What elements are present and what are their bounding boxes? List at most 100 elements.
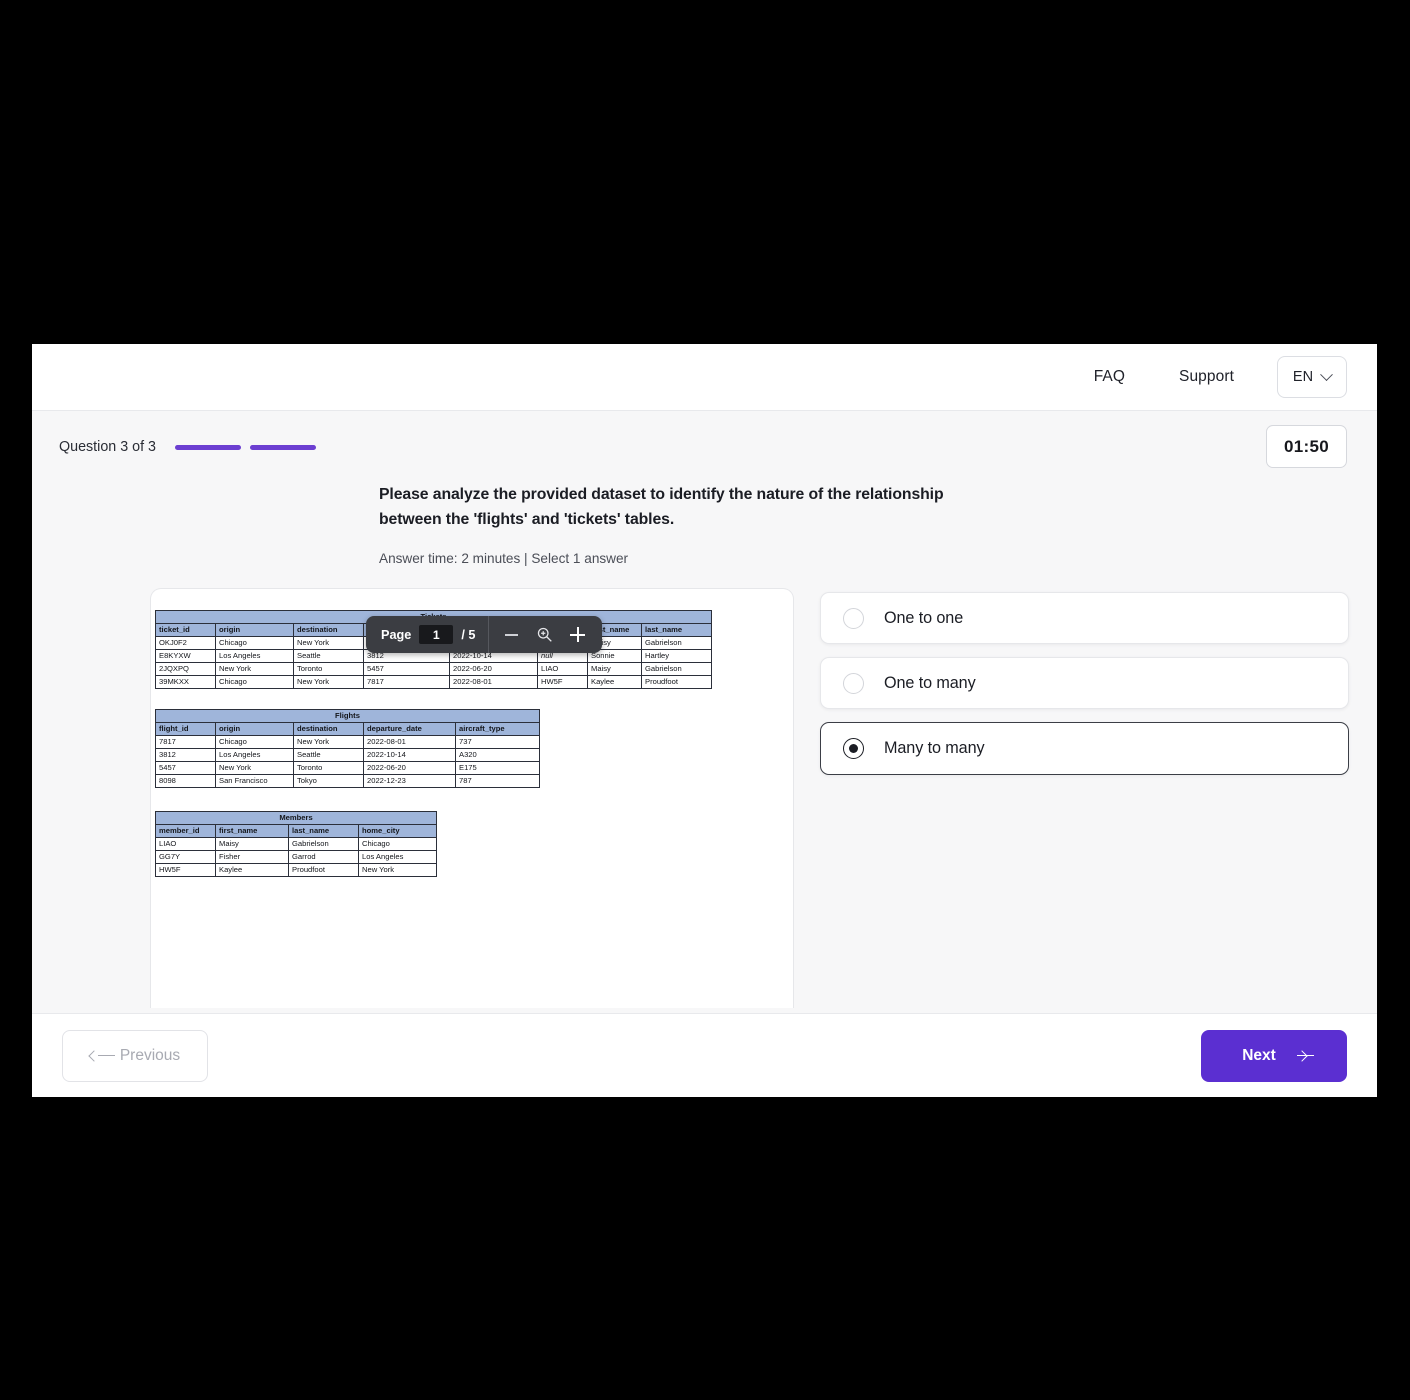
column-header: departure_date — [363, 722, 456, 737]
table-row: 39MKXX Chicago New York 7817 2022-08-01 … — [155, 675, 712, 690]
cell: OKJ0F2 — [155, 636, 216, 651]
cell: Gabrielson — [641, 662, 712, 677]
cell: New York — [293, 675, 364, 690]
question-meta: Answer time: 2 minutes | Select 1 answer — [379, 551, 629, 567]
cell: Gabrielson — [288, 837, 359, 852]
column-header: origin — [215, 623, 294, 638]
progress-segment — [249, 444, 316, 450]
countdown-timer: 01:50 — [1266, 425, 1347, 468]
cell: Chicago — [215, 636, 294, 651]
table-title-row: Flights — [155, 709, 540, 724]
document-viewer-panel: Page 1 / 5 ticket_id origin destination … — [150, 588, 794, 1009]
flights-table: Flights flight_id origin destination dep… — [155, 709, 540, 789]
cell: 737 — [455, 735, 540, 750]
cell: 8098 — [155, 774, 216, 789]
column-header: last_name — [641, 623, 712, 638]
progress-segment — [174, 444, 241, 450]
cell: San Francisco — [215, 774, 294, 789]
cell: 2022-12-23 — [363, 774, 456, 789]
minus-icon — [505, 633, 519, 636]
question-text: Please analyze the provided dataset to i… — [379, 486, 944, 528]
plus-icon — [570, 627, 586, 643]
table-row: 8098 San Francisco Tokyo 2022-12-23 787 — [155, 774, 540, 789]
cell: Proudfoot — [288, 863, 359, 878]
table-row: 5457 New York Toronto 2022-06-20 E175 — [155, 761, 540, 776]
cell: Seattle — [293, 649, 364, 664]
cell: 7817 — [155, 735, 216, 750]
arrow-left-icon — [90, 1050, 116, 1061]
table-row: LIAO Maisy Gabrielson Chicago — [155, 837, 437, 852]
answer-options: One to one One to many Many to many — [820, 588, 1349, 1008]
cell: E175 — [455, 761, 540, 776]
question-prompt-block: Please analyze the provided dataset to i… — [32, 483, 1377, 566]
column-header: aircraft_type — [455, 722, 540, 737]
cell: Hartley — [641, 649, 712, 664]
table-row: 7817 Chicago New York 2022-08-01 737 — [155, 735, 540, 750]
column-header: last_name — [288, 824, 359, 839]
cell: Toronto — [293, 761, 364, 776]
answer-label: Many to many — [884, 739, 985, 758]
cell: Seattle — [293, 748, 364, 763]
cell: Garrod — [288, 850, 359, 865]
magnifier-plus-icon — [538, 628, 553, 643]
table-row: 3812 Los Angeles Seattle 2022-10-14 A320 — [155, 748, 540, 763]
top-header: FAQ Support EN — [32, 344, 1377, 411]
cell: 5457 — [363, 662, 450, 677]
column-header: ticket_id — [155, 623, 216, 638]
cell: Proudfoot — [641, 675, 712, 690]
previous-label: Previous — [119, 1046, 181, 1064]
language-label: EN — [1292, 369, 1314, 385]
answer-option-one-to-one[interactable]: One to one — [820, 592, 1349, 645]
cell: 787 — [455, 774, 540, 789]
cell: E8KYXW — [155, 649, 216, 664]
question-counter: Question 3 of 3 — [59, 439, 156, 455]
cell: Los Angeles — [215, 748, 294, 763]
cell: A320 — [455, 748, 540, 763]
cell: HW5F — [155, 863, 216, 878]
table-row: GG7Y Fisher Garrod Los Angeles — [155, 850, 437, 865]
faq-link[interactable]: FAQ — [1067, 368, 1152, 386]
cell: 3812 — [155, 748, 216, 763]
cell: 7817 — [363, 675, 450, 690]
table-header-row: member_id first_name last_name home_city — [155, 824, 437, 839]
column-header: origin — [215, 722, 294, 737]
cell: 2JQXPQ — [155, 662, 216, 677]
chevron-down-icon — [1320, 367, 1333, 381]
column-header: flight_id — [155, 722, 216, 737]
cell: HW5F — [537, 675, 588, 690]
exam-page: FAQ Support EN Question 3 of 3 01:50 Ple… — [32, 344, 1377, 1097]
cell: Maisy — [587, 662, 642, 677]
page-number-input[interactable]: 1 — [419, 625, 454, 645]
cell: 2022-10-14 — [363, 748, 456, 763]
pdf-toolbar: Page 1 / 5 — [366, 616, 603, 654]
zoom-reset-button[interactable] — [530, 620, 559, 649]
radio-selected-icon — [843, 738, 864, 760]
previous-button[interactable]: Previous — [62, 1029, 208, 1082]
language-selector[interactable]: EN — [1277, 356, 1347, 398]
cell: New York — [293, 735, 364, 750]
content-split: Page 1 / 5 ticket_id origin destination … — [32, 588, 1377, 1009]
cell: 2022-08-01 — [363, 735, 456, 750]
cell: Los Angeles — [358, 850, 437, 865]
cell: Chicago — [358, 837, 437, 852]
page-controls: Page 1 / 5 — [366, 625, 488, 645]
answer-option-many-to-many[interactable]: Many to many — [820, 722, 1349, 776]
next-button[interactable]: Next — [1201, 1029, 1347, 1082]
cell: Kaylee — [215, 863, 289, 878]
cell: Tokyo — [293, 774, 364, 789]
cell: Toronto — [293, 662, 364, 677]
cell: 39MKXX — [155, 675, 216, 690]
cell: 5457 — [155, 761, 216, 776]
zoom-out-button[interactable] — [497, 620, 526, 649]
zoom-in-button[interactable] — [563, 620, 592, 649]
answer-option-one-to-many[interactable]: One to many — [820, 657, 1349, 710]
cell: Kaylee — [587, 675, 642, 690]
answer-label: One to one — [884, 608, 964, 627]
cell: New York — [215, 662, 294, 677]
support-link[interactable]: Support — [1152, 368, 1261, 386]
footer-bar: Previous Next — [32, 1013, 1377, 1097]
cell: New York — [215, 761, 294, 776]
members-table: Members member_id first_name last_name h… — [155, 811, 437, 878]
answer-label: One to many — [884, 673, 976, 692]
